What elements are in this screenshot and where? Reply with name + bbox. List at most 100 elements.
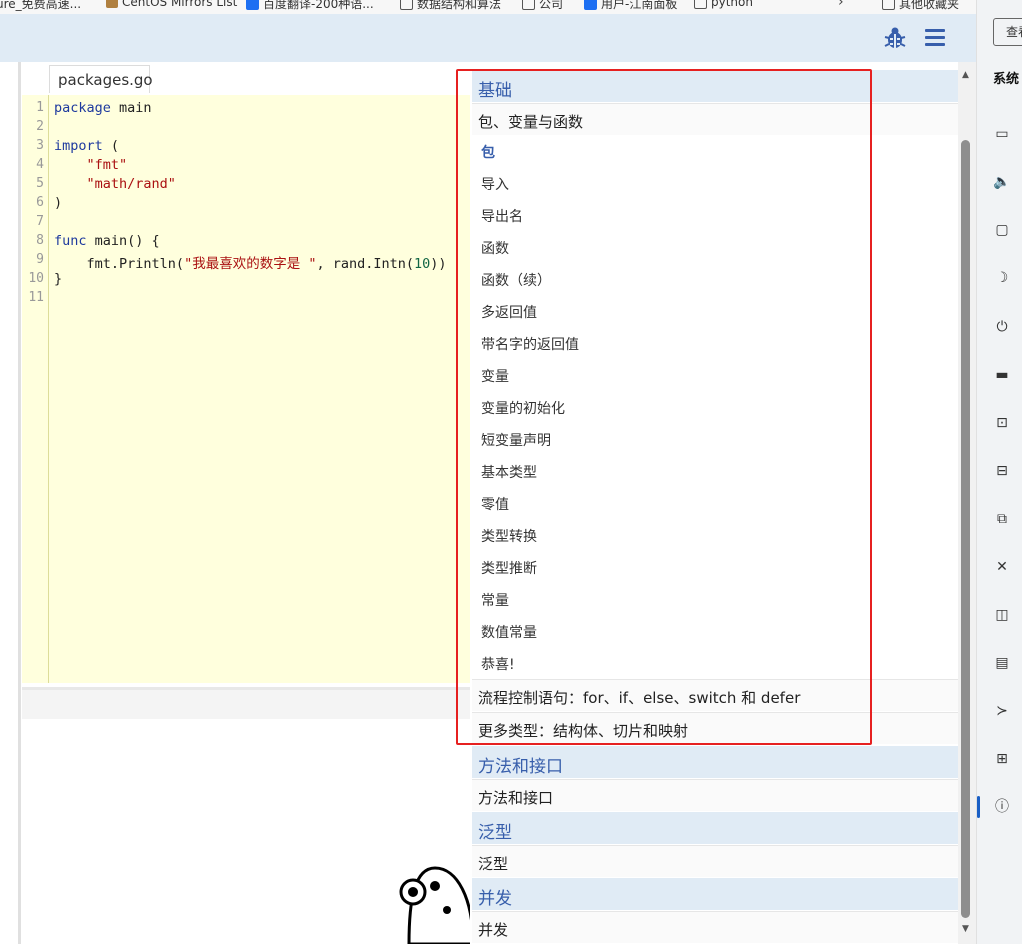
toc-page[interactable]: 变量的初始化 xyxy=(481,398,565,418)
tour-toc: 基础 包、变量与函数 包 导入 导出名 函数 函数（续） 多返回值 带名字的返回… xyxy=(470,70,958,944)
line-number: 4 xyxy=(36,157,44,172)
folder-icon xyxy=(694,0,707,9)
folder-icon xyxy=(522,0,535,10)
remote-icon[interactable]: ≻ xyxy=(993,702,1011,720)
bookmarks-bar: ure_免费高速... CentOS Mirrors List 百度翻译-200… xyxy=(0,0,976,14)
bookmark-label: CentOS Mirrors List xyxy=(122,0,238,9)
code-line: fmt.Println("我最喜欢的数字是 ", rand.Intn(10)) xyxy=(86,256,447,272)
line-number: 9 xyxy=(36,252,44,267)
code-line: ) xyxy=(54,195,63,211)
favicon-icon xyxy=(584,0,597,10)
hamburger-menu-icon[interactable] xyxy=(925,29,945,47)
bookmark-item[interactable]: 公司 xyxy=(522,0,563,12)
bookmark-label: ure_免费高速... xyxy=(0,0,82,11)
toc-page[interactable]: 导出名 xyxy=(481,206,523,226)
moon-icon[interactable]: ☽ xyxy=(993,269,1011,287)
toc-section-generics[interactable]: 泛型 xyxy=(472,812,958,844)
toc-lesson[interactable]: 并发 xyxy=(472,911,958,943)
toc-page[interactable]: 数值常量 xyxy=(481,622,537,642)
toc-page[interactable]: 函数 xyxy=(481,238,509,258)
code-line: "fmt" xyxy=(86,157,128,173)
code-line: "math/rand" xyxy=(86,176,176,192)
scroll-down-arrow-icon[interactable]: ▼ xyxy=(962,924,969,934)
browser-side-panel: 查看 系统 ▭ 🔈 ▢ ☽ ⏻ ▬ ⊡ ⊟ ⧉ ✕ ◫ ▤ ≻ ⊞ ⓘ xyxy=(976,0,1022,944)
bookmark-label: 百度翻译-200种语... xyxy=(263,0,374,11)
toc-page[interactable]: 常量 xyxy=(481,590,509,610)
bookmark-item[interactable]: 数据结构和算法 xyxy=(400,0,501,12)
line-number: 2 xyxy=(36,119,44,134)
active-indicator xyxy=(977,796,980,818)
toc-lesson[interactable]: 方法和接口 xyxy=(472,779,958,811)
speaker-icon[interactable]: 🔈 xyxy=(993,173,1011,191)
chat-icon[interactable]: ▢ xyxy=(993,221,1011,239)
toc-section-concurrency[interactable]: 并发 xyxy=(472,878,958,910)
toc-section-methods[interactable]: 方法和接口 xyxy=(472,746,958,778)
line-number: 7 xyxy=(36,214,44,229)
touch-icon[interactable]: ⊡ xyxy=(993,414,1011,432)
toc-lesson[interactable]: 包、变量与函数 xyxy=(472,103,958,135)
translate-icon xyxy=(246,0,259,10)
line-number: 10 xyxy=(28,271,44,286)
bookmark-item[interactable]: CentOS Mirrors List xyxy=(106,0,237,9)
toc-lesson[interactable]: 泛型 xyxy=(472,845,958,877)
chevron-right-icon[interactable]: › xyxy=(838,0,844,10)
battery-icon[interactable]: ▬ xyxy=(993,366,1011,384)
code-line: import ( xyxy=(54,138,120,154)
favicon-icon xyxy=(106,0,118,8)
toc-page[interactable]: 带名字的返回值 xyxy=(481,334,579,354)
toc-page[interactable]: 恭喜! xyxy=(481,654,515,674)
bookmark-item[interactable]: ure_免费高速... xyxy=(0,0,81,12)
code-line: func main() { xyxy=(54,233,160,249)
toc-section-basics[interactable]: 基础 xyxy=(472,70,958,102)
file-tab[interactable]: packages.go xyxy=(49,65,153,93)
line-number: 1 xyxy=(36,100,44,115)
toc-lesson[interactable]: 流程控制语句：for、if、else、switch 和 defer xyxy=(472,679,958,711)
multitask-icon[interactable]: ⧉ xyxy=(993,510,1011,528)
bookmark-label: 用户-江南面板 xyxy=(601,0,678,11)
info-icon[interactable]: ⓘ xyxy=(993,798,1011,816)
bookmark-label: 数据结构和算法 xyxy=(417,0,502,11)
scroll-up-arrow-icon[interactable]: ▲ xyxy=(962,70,969,80)
power-icon[interactable]: ⏻ xyxy=(993,318,1011,336)
apps-icon[interactable]: ⊞ xyxy=(993,750,1011,768)
bookmark-label: python xyxy=(711,0,753,9)
bookmark-label: 公司 xyxy=(539,0,564,11)
side-panel-title: 系统 xyxy=(993,72,1020,87)
output-toolbar xyxy=(22,687,470,719)
toc-lesson[interactable]: 更多类型：结构体、切片和映射 xyxy=(472,712,958,744)
bookmark-item[interactable]: 百度翻译-200种语... xyxy=(246,0,374,12)
playground-header xyxy=(0,14,976,62)
toc-page[interactable]: 类型转换 xyxy=(481,526,537,546)
scroll-thumb[interactable] xyxy=(961,140,970,918)
bookmark-item[interactable]: 用户-江南面板 xyxy=(584,0,677,12)
toc-page-active[interactable]: 包 xyxy=(481,142,495,162)
code-line: } xyxy=(54,271,63,287)
toc-page[interactable]: 多返回值 xyxy=(481,302,537,322)
side-panel-search-button[interactable]: 查看 xyxy=(993,18,1022,46)
toc-page[interactable]: 零值 xyxy=(481,494,509,514)
line-gutter: 1 2 3 4 5 6 7 8 9 10 11 xyxy=(22,95,49,683)
toc-scrollbar[interactable]: ▲ ▼ xyxy=(958,62,976,944)
toc-page[interactable]: 基本类型 xyxy=(481,462,537,482)
screen-icon[interactable]: ⊟ xyxy=(993,462,1011,480)
folder-icon xyxy=(400,0,413,10)
toc-page[interactable]: 导入 xyxy=(481,174,509,194)
network-icon[interactable]: ✕ xyxy=(993,558,1011,576)
line-number: 8 xyxy=(36,233,44,248)
line-number: 11 xyxy=(28,290,44,305)
divider xyxy=(18,62,21,944)
toc-page[interactable]: 变量 xyxy=(481,366,509,386)
clipboard-icon[interactable]: ▤ xyxy=(993,654,1011,672)
tablet-icon[interactable]: ◫ xyxy=(993,606,1011,624)
bookmark-item[interactable]: 其他收藏夹 xyxy=(882,0,959,12)
toc-page[interactable]: 函数（续） xyxy=(481,270,551,290)
bookmark-label: 其他收藏夹 xyxy=(899,0,960,11)
code-editor[interactable]: 1 2 3 4 5 6 7 8 9 10 11 package main imp… xyxy=(22,95,470,683)
folder-icon xyxy=(882,0,895,10)
toc-page[interactable]: 类型推断 xyxy=(481,558,537,578)
bookmark-item[interactable]: python xyxy=(694,0,753,9)
bug-icon[interactable] xyxy=(884,26,906,50)
monitor-icon[interactable]: ▭ xyxy=(993,125,1011,143)
toc-page[interactable]: 短变量声明 xyxy=(481,430,551,450)
line-number: 3 xyxy=(36,138,44,153)
